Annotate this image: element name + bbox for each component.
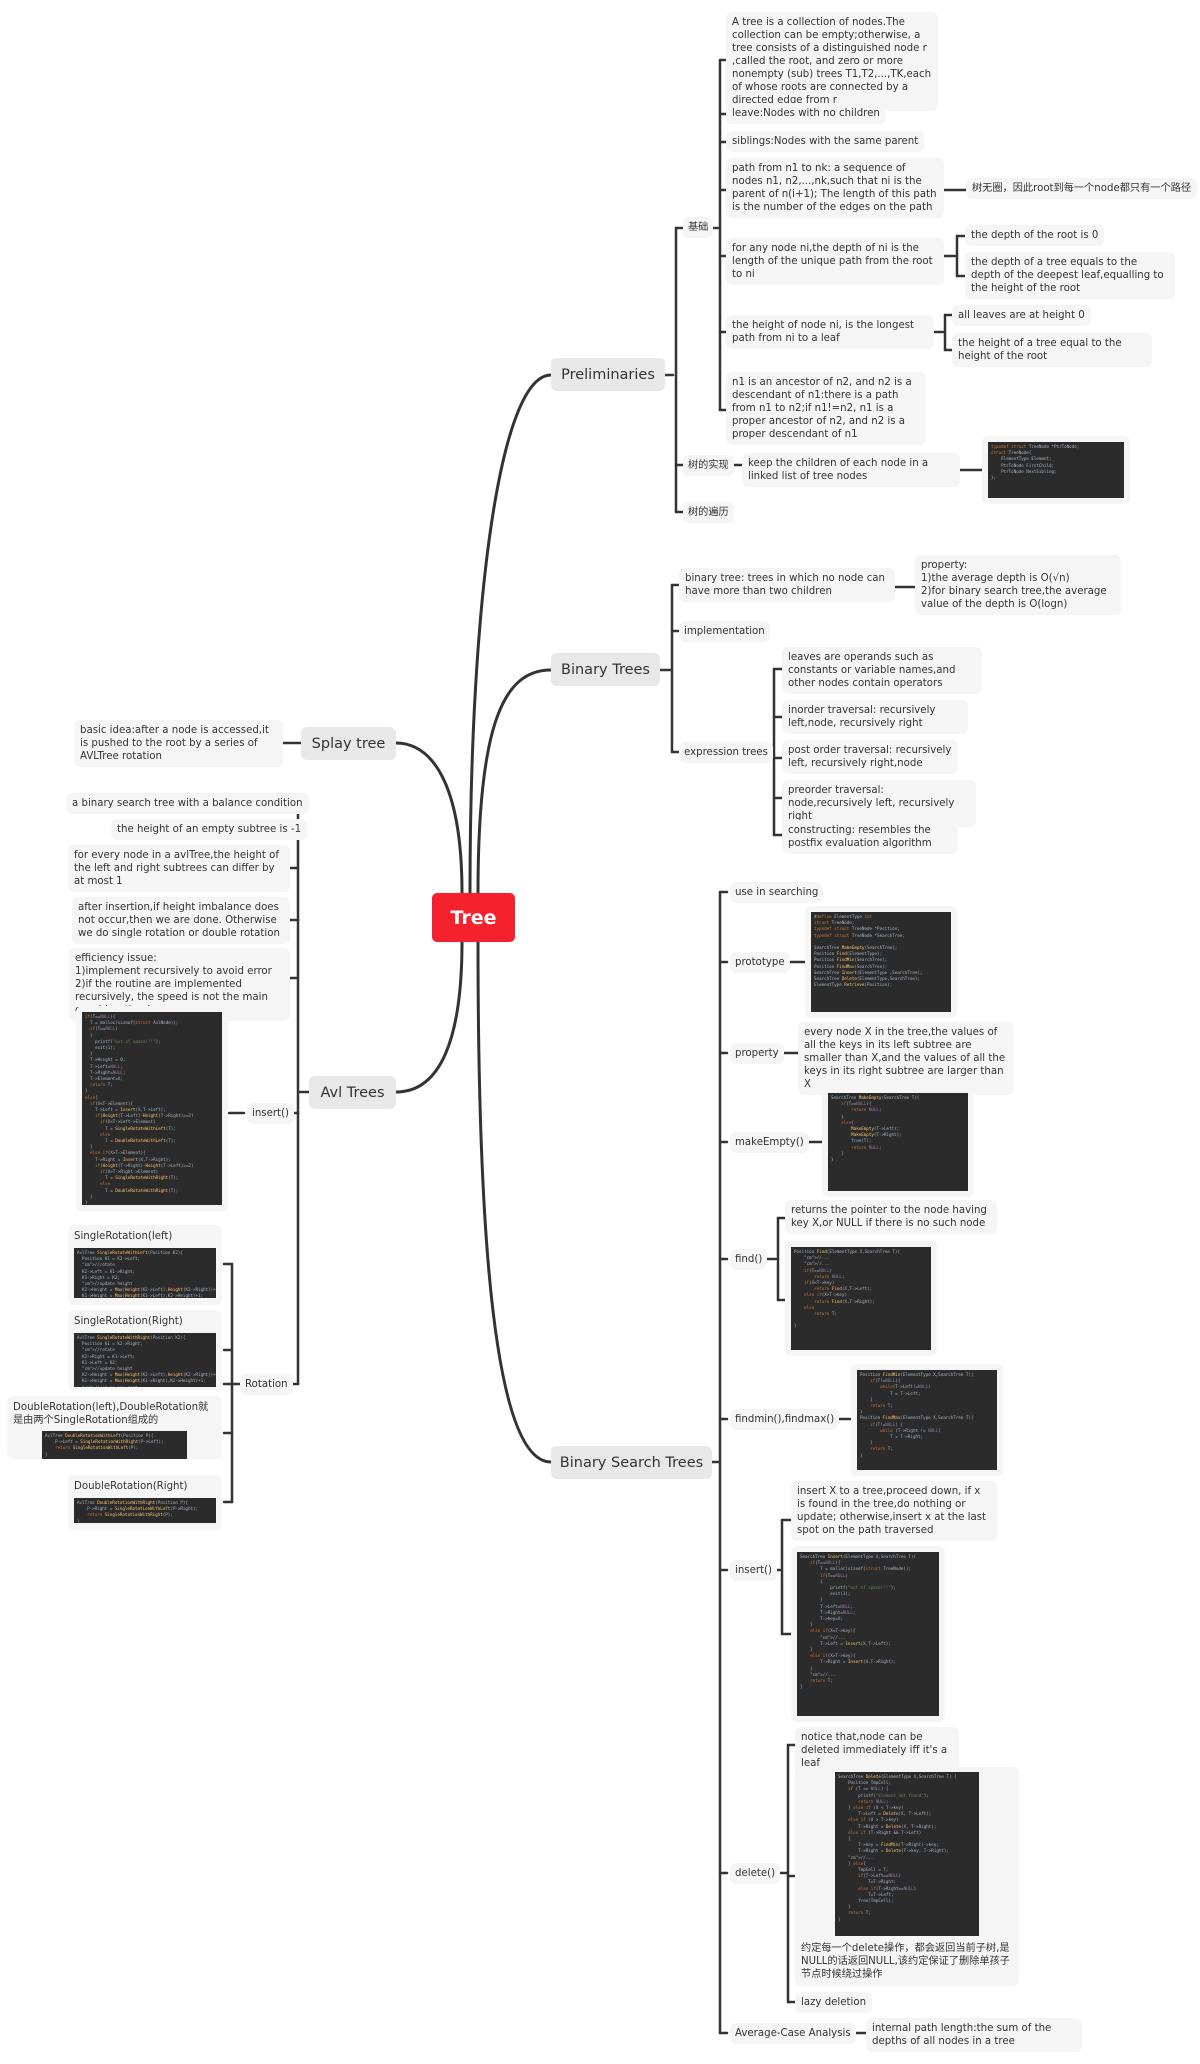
avl-item[interactable]: after insertion,if height imbalance does… xyxy=(72,897,290,944)
rotation-caption: SingleRotation(left) xyxy=(74,1231,173,1242)
code-snippet-findmin-findmax: Position FindMin(ElementType X,SearchTre… xyxy=(851,1364,1003,1476)
expression-item[interactable]: leaves are operands such as constants or… xyxy=(782,647,982,694)
code-text: #define ElementType int struct TreeNode; t… xyxy=(811,912,951,1012)
basics-item[interactable]: leave:Nodes with no children xyxy=(726,103,886,124)
code-text: AvlTree SingleRotateWithLeft(Position K2… xyxy=(74,1248,216,1298)
depth-note[interactable]: the depth of the root is 0 xyxy=(965,225,1105,246)
implementation-text[interactable]: keep the children of each node in a link… xyxy=(742,453,960,487)
code-snippet-insert: SearchTree Insert(ElementType X,SearchTr… xyxy=(791,1546,945,1722)
branch-binary-search-trees[interactable]: Binary Search Trees xyxy=(551,1446,712,1479)
branch-avl-trees[interactable]: Avl Trees xyxy=(309,1076,396,1109)
code-text: AvlTree DoubleRotationWithLeft(Position … xyxy=(42,1431,187,1459)
rotation-caption: DoubleRotation(Right) xyxy=(74,1481,188,1492)
branch-preliminaries[interactable]: Preliminaries xyxy=(551,358,665,391)
code-line: K1->Height = Max(Height(K1->Right),K2->H… xyxy=(77,1378,206,1384)
basics-item[interactable]: n1 is an ancestor of n2, and n2 is a des… xyxy=(726,372,926,445)
splay-basic-idea[interactable]: basic idea:after a node is accessed,it i… xyxy=(74,720,283,767)
avl-item[interactable]: a binary search tree with a balance cond… xyxy=(66,793,309,814)
topic-use-in-searching[interactable]: use in searching xyxy=(730,882,824,903)
topic-implementation[interactable]: implementation xyxy=(679,621,770,642)
edge-root-preliminaries xyxy=(468,373,553,895)
code-line: } xyxy=(794,1323,797,1329)
topic-prototype[interactable]: prototype xyxy=(730,952,790,973)
topic-expression-trees[interactable]: expression trees xyxy=(679,742,773,763)
code-line: "cm">//return new root xyxy=(77,1385,213,1387)
code-line: } xyxy=(45,1451,48,1457)
delete-code-and-note[interactable]: SearchTree Delete(ElementType X,SearchTr… xyxy=(795,1767,1019,1986)
average-case-text[interactable]: internal path length:the sum of the dept… xyxy=(866,2018,1082,2052)
code-text: AvlTree DoubleRotationWithRight(Position… xyxy=(74,1498,216,1523)
basics-item[interactable]: siblings:Nodes with the same parent xyxy=(726,131,925,152)
branch-binary-trees[interactable]: Binary Trees xyxy=(551,653,660,686)
code-line: }; xyxy=(991,475,997,481)
code-text: if(T==NULL){ T = malloc(sizeof(struct Av… xyxy=(82,1012,222,1205)
basics-item[interactable]: for any node ni,the depth of ni is the l… xyxy=(726,238,944,285)
edge-root-avl xyxy=(394,940,464,1094)
edge-root-bst xyxy=(476,940,553,1464)
code-text: SearchTree Insert(ElementType X,SearchTr… xyxy=(797,1552,939,1716)
topic-findmin-findmax[interactable]: findmin(),findmax() xyxy=(730,1409,840,1430)
path-note[interactable]: 树无圈，因此root到每一个node都只有一个路径 xyxy=(966,178,1198,199)
bst-property-text[interactable]: every node X in the tree,the values of a… xyxy=(798,1022,1014,1095)
rotation-single-left[interactable]: SingleRotation(left) AvlTree SingleRotat… xyxy=(68,1225,222,1305)
topic-insert[interactable]: insert() xyxy=(730,1560,777,1581)
topic-delete[interactable]: delete() xyxy=(730,1863,781,1884)
topic-avl-insert[interactable]: insert() xyxy=(247,1103,294,1124)
root-node-tree[interactable]: Tree xyxy=(432,893,515,942)
topic-rotation[interactable]: Rotation xyxy=(240,1374,293,1395)
topic-find[interactable]: find() xyxy=(730,1249,768,1270)
branch-splay-tree[interactable]: Splay tree xyxy=(301,727,396,760)
code-line: } xyxy=(85,1200,88,1205)
code-line: ElementType Retrieve(Position); xyxy=(814,982,893,988)
height-note[interactable]: all leaves are at height 0 xyxy=(952,305,1091,326)
code-line: } xyxy=(77,1518,80,1523)
code-line: } xyxy=(800,1684,803,1690)
basics-item[interactable]: path from n1 to nk: a sequence of nodes … xyxy=(726,158,944,218)
rotation-double-right[interactable]: DoubleRotation(Right) AvlTree DoubleRota… xyxy=(68,1475,222,1530)
binary-tree-definition[interactable]: binary tree: trees in which no node can … xyxy=(679,568,895,602)
avl-item[interactable]: for every node in a avlTree,the height o… xyxy=(68,845,290,892)
topic-property[interactable]: property xyxy=(730,1043,784,1064)
rotation-caption: SingleRotation(Right) xyxy=(74,1316,183,1327)
code-line: } xyxy=(860,1452,863,1458)
code-text: SearchTree MakeEmpty(SearchTree T){ if(T… xyxy=(828,1093,968,1191)
binary-tree-property[interactable]: property: 1)the average depth is O(√n) 2… xyxy=(915,555,1121,615)
rotation-double-left[interactable]: DoubleRotation(left),DoubleRotation就是由两个… xyxy=(7,1396,222,1459)
basics-item[interactable]: the height of node ni, is the longest pa… xyxy=(726,315,934,349)
code-snippet-avl-insert: if(T==NULL){ T = malloc(sizeof(struct Av… xyxy=(76,1006,228,1211)
code-text: AvlTree SingleRotateWithRight(Position K… xyxy=(74,1333,216,1387)
code-text: SearchTree Delete(ElementType X,SearchTr… xyxy=(835,1772,979,1936)
code-line: } xyxy=(831,1157,834,1163)
code-line: } xyxy=(838,1916,841,1922)
edge-root-splay xyxy=(394,741,464,895)
expression-item[interactable]: inorder traversal: recursively left,node… xyxy=(782,700,968,734)
topic-tree-traversal[interactable]: 树的遍历 xyxy=(683,502,734,523)
rotation-single-right[interactable]: SingleRotation(Right) AvlTree SingleRota… xyxy=(68,1310,222,1390)
code-snippet-prototype: #define ElementType int struct TreeNode; t… xyxy=(805,906,957,1018)
avl-item[interactable]: the height of an empty subtree is -1 xyxy=(111,819,308,840)
lazy-deletion[interactable]: lazy deletion xyxy=(795,1992,873,2013)
code-line: K1->Height = Max(Height(K1->Left),K2->He… xyxy=(77,1293,204,1298)
topic-basics[interactable]: 基础 xyxy=(683,217,714,238)
code-text: Position Find(ElementType X,SearchTree T… xyxy=(791,1247,931,1350)
basics-item[interactable]: A tree is a collection of nodes.The coll… xyxy=(726,12,938,111)
depth-note[interactable]: the depth of a tree equals to the depth … xyxy=(965,252,1175,299)
code-snippet-treenode: typedef struct TreeNode *PtrToNode; struc… xyxy=(982,436,1130,504)
rotation-caption: DoubleRotation(left),DoubleRotation就是由两个… xyxy=(13,1402,209,1426)
insert-text[interactable]: insert X to a tree,proceed down, if x is… xyxy=(791,1481,997,1541)
topic-make-empty[interactable]: makeEmpty() xyxy=(730,1132,809,1153)
code-snippet-find: Position Find(ElementType X,SearchTree T… xyxy=(785,1241,937,1356)
topic-tree-implementation[interactable]: 树的实现 xyxy=(683,455,734,476)
topic-average-case-analysis[interactable]: Average-Case Analysis xyxy=(730,2023,856,2044)
edge-root-binary-trees xyxy=(476,668,553,895)
expression-item[interactable]: post order traversal: recursively left, … xyxy=(782,740,958,774)
height-note[interactable]: the height of a tree equal to the height… xyxy=(952,333,1152,367)
delete-convention-note: 约定每一个delete操作，都会返回当前子树,是NULL的话返回NULL,该约定… xyxy=(801,1943,1010,1980)
code-text: Position FindMin(ElementType X,SearchTre… xyxy=(857,1370,997,1470)
expression-item[interactable]: constructing: resembles the postfix eval… xyxy=(782,820,958,854)
code-snippet-make-empty: SearchTree MakeEmpty(SearchTree T){ if(T… xyxy=(822,1087,974,1197)
find-text[interactable]: returns the pointer to the node having k… xyxy=(785,1200,997,1234)
code-text: typedef struct TreeNode *PtrToNode; struc… xyxy=(988,442,1124,498)
